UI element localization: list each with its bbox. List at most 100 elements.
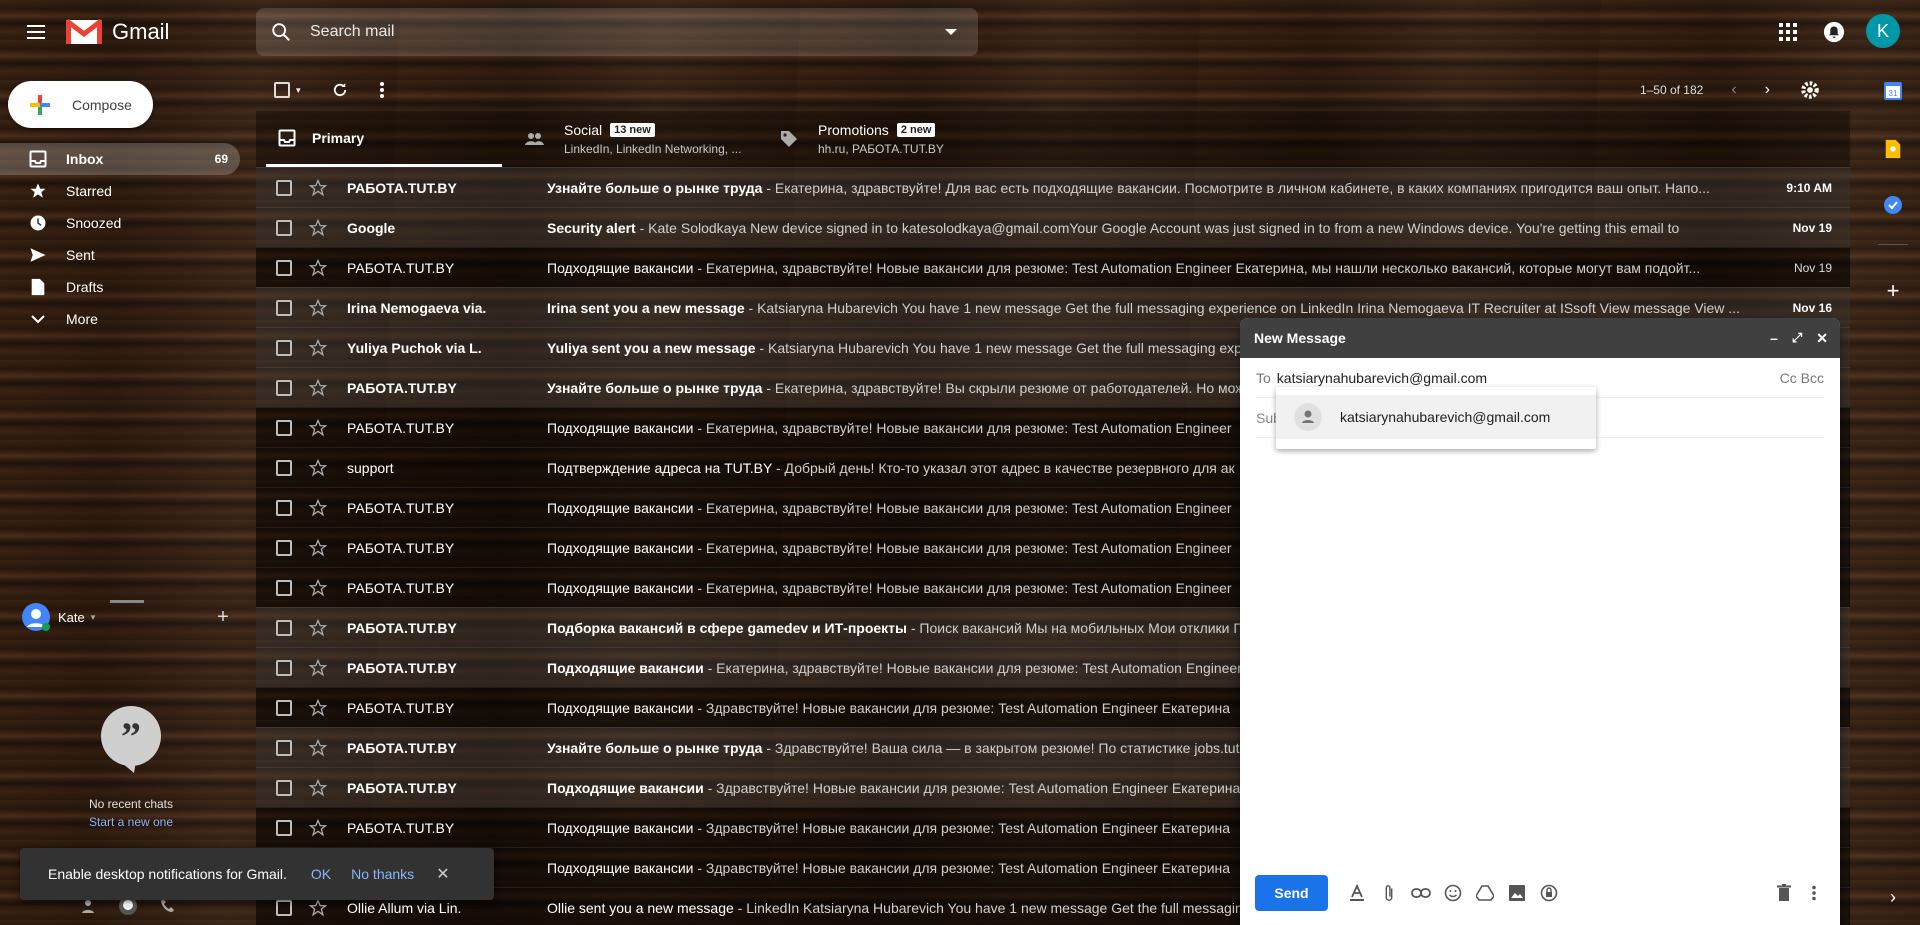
row-checkbox[interactable] <box>276 819 292 836</box>
email-snippet: - Екатерина, здравствуйте! Новые ваканси… <box>693 579 1232 596</box>
row-checkbox[interactable] <box>276 699 292 716</box>
star-icon[interactable] <box>309 378 329 398</box>
row-checkbox[interactable] <box>276 739 292 756</box>
nav-drafts[interactable]: Drafts <box>0 271 240 303</box>
chevron-right-icon[interactable]: › <box>1882 886 1904 908</box>
star-icon[interactable] <box>309 298 329 318</box>
minimize-icon[interactable]: – <box>1770 330 1778 346</box>
nav-inbox[interactable]: Inbox 69 <box>0 143 240 175</box>
apps-button[interactable] <box>1776 20 1800 44</box>
refresh-icon[interactable] <box>331 81 349 99</box>
confidential-mode-icon[interactable] <box>1537 881 1561 905</box>
compose-header[interactable]: New Message – ⤢ ✕ <box>1240 318 1840 358</box>
star-icon[interactable] <box>309 458 329 478</box>
nav-starred[interactable]: Starred <box>0 175 240 207</box>
select-all-checkbox[interactable]: ▾ <box>274 82 301 98</box>
row-checkbox[interactable] <box>276 299 292 316</box>
compose-button[interactable]: Compose <box>8 81 153 128</box>
row-checkbox[interactable] <box>276 539 292 556</box>
row-checkbox[interactable] <box>276 659 292 676</box>
calendar-button[interactable]: 31 <box>1882 80 1904 102</box>
star-icon[interactable] <box>309 218 329 238</box>
suggestion-item[interactable]: katsiarynahubarevich@gmail.com <box>1276 395 1596 439</box>
toast-ok-button[interactable]: OK <box>311 866 331 882</box>
caret-down-icon[interactable]: ▾ <box>91 612 96 623</box>
email-subject: Irina sent you a new message <box>547 299 745 316</box>
search-bar[interactable] <box>256 8 978 56</box>
nav-more[interactable]: More <box>0 303 240 335</box>
caret-down-icon[interactable]: ▾ <box>296 85 301 96</box>
more-vert-icon[interactable] <box>1802 881 1826 905</box>
tab-primary[interactable]: Primary <box>266 111 502 167</box>
chevron-right-icon[interactable]: › <box>1765 81 1770 99</box>
star-icon[interactable] <box>309 178 329 198</box>
row-checkbox[interactable] <box>276 179 292 196</box>
row-checkbox[interactable] <box>276 899 292 916</box>
row-checkbox[interactable] <box>276 579 292 596</box>
row-checkbox[interactable] <box>276 779 292 796</box>
hangouts-user[interactable]: Kate ▾ <box>22 603 95 631</box>
start-chat-link[interactable]: Start a new one <box>0 815 262 829</box>
tab-label: Promotions <box>818 122 889 138</box>
expand-icon[interactable]: ⤢ <box>1792 330 1802 346</box>
account-avatar[interactable]: K <box>1866 14 1900 48</box>
star-icon[interactable] <box>309 778 329 798</box>
person-icon[interactable] <box>80 898 96 914</box>
send-button[interactable]: Send <box>1255 875 1328 911</box>
star-icon[interactable] <box>309 818 329 838</box>
email-row[interactable]: РАБОТА.TUT.BY Узнайте больше о рынке труд… <box>256 167 1850 207</box>
tasks-button[interactable] <box>1882 194 1904 216</box>
star-icon[interactable] <box>309 258 329 278</box>
to-input[interactable]: katsiarynahubarevich@gmail.com <box>1277 370 1487 386</box>
star-icon[interactable] <box>309 538 329 558</box>
star-icon[interactable] <box>309 578 329 598</box>
nav-sent[interactable]: Sent <box>0 239 240 271</box>
search-icon[interactable] <box>270 21 292 43</box>
nav-snoozed[interactable]: Snoozed <box>0 207 240 239</box>
formatting-icon[interactable] <box>1345 881 1369 905</box>
add-addon-button[interactable]: + <box>1882 278 1904 303</box>
star-icon[interactable] <box>309 738 329 758</box>
star-icon[interactable] <box>309 418 329 438</box>
email-row[interactable]: РАБОТА.TUT.BY Подходящие вакансии - Екате… <box>256 247 1850 287</box>
row-checkbox[interactable] <box>276 259 292 276</box>
gear-icon[interactable] <box>1800 80 1820 100</box>
emoji-icon[interactable] <box>1441 881 1465 905</box>
star-icon[interactable] <box>309 658 329 678</box>
row-checkbox[interactable] <box>276 499 292 516</box>
toast-dismiss-button[interactable]: No thanks <box>351 866 414 882</box>
star-icon[interactable] <box>309 618 329 638</box>
attach-icon[interactable] <box>1377 881 1401 905</box>
keep-button[interactable] <box>1882 138 1904 160</box>
tab-promotions[interactable]: Promotions 2 new hh.ru, РАБОТА.TUT.BY <box>780 111 1020 167</box>
close-icon[interactable]: ✕ <box>436 864 449 884</box>
search-input[interactable] <box>310 23 910 41</box>
link-icon[interactable] <box>1409 881 1433 905</box>
notifications-button[interactable] <box>1822 20 1846 44</box>
star-icon[interactable] <box>309 898 329 918</box>
main-menu-button[interactable] <box>18 14 54 50</box>
drive-icon[interactable] <box>1473 881 1497 905</box>
gmail-logo[interactable]: Gmail <box>66 14 169 50</box>
chevron-left-icon[interactable]: ‹ <box>1731 81 1736 99</box>
trash-icon[interactable] <box>1772 881 1796 905</box>
email-sender: РАБОТА.TUT.BY <box>347 499 455 516</box>
star-icon[interactable] <box>309 338 329 358</box>
email-row[interactable]: Google Security alert - Kate Solodkaya Ne… <box>256 207 1850 247</box>
row-checkbox[interactable] <box>276 379 292 396</box>
row-checkbox[interactable] <box>276 619 292 636</box>
phone-icon[interactable] <box>160 898 176 914</box>
row-checkbox[interactable] <box>276 339 292 356</box>
row-checkbox[interactable] <box>276 459 292 476</box>
tab-social[interactable]: Social 13 new LinkedIn, LinkedIn Networki… <box>524 111 764 167</box>
new-chat-button[interactable]: + <box>214 606 232 628</box>
photo-icon[interactable] <box>1505 881 1529 905</box>
close-icon[interactable]: ✕ <box>1816 330 1828 347</box>
search-options-icon[interactable] <box>944 27 958 37</box>
row-checkbox[interactable] <box>276 419 292 436</box>
star-icon[interactable] <box>309 498 329 518</box>
more-vert-icon[interactable] <box>379 81 385 99</box>
row-checkbox[interactable] <box>276 219 292 236</box>
cc-bcc-link[interactable]: Cc Bcc <box>1780 370 1824 386</box>
star-icon[interactable] <box>309 698 329 718</box>
